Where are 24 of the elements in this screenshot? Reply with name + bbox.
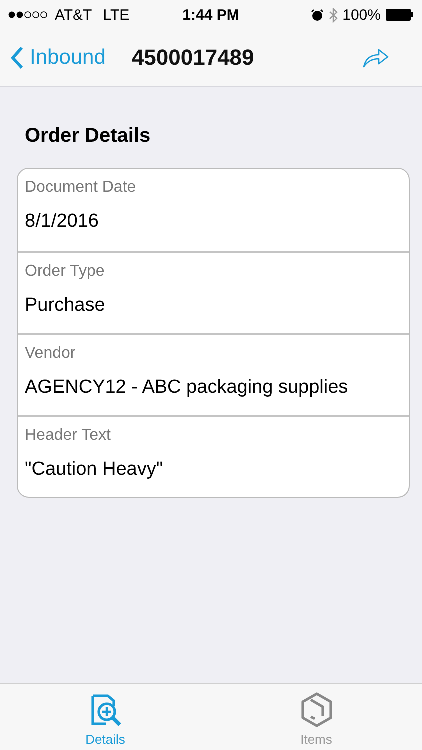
carrier-name: AT&T [55, 6, 92, 24]
field-label: Vendor [25, 345, 77, 363]
field-value: 8/1/2016 [25, 211, 100, 233]
field-label: Order Type [25, 263, 106, 281]
tab[interactable]: Details [0, 684, 211, 750]
chevron-left-icon [10, 46, 24, 70]
field-value: Purchase [25, 295, 106, 317]
alarm-icon [310, 8, 324, 22]
network-type: LTE [103, 6, 130, 24]
tab[interactable]: Items [211, 684, 422, 750]
cube-icon [298, 692, 334, 728]
status-time: 1:44 PM [182, 6, 240, 24]
bluetooth-icon [328, 8, 338, 22]
section-title: Order Details [25, 125, 152, 148]
field-value: AGENCY12 - ABC packaging supplies [25, 377, 350, 399]
field-label: Header Text [25, 427, 112, 445]
field-label: Document Date [25, 179, 138, 197]
back-button[interactable]: Inbound [10, 46, 106, 70]
forward-arrow-icon[interactable] [362, 47, 390, 69]
signal-icon [8, 11, 50, 19]
battery-percent: 100% [342, 6, 381, 24]
field-value: "Caution Heavy" [25, 459, 164, 481]
battery-icon [386, 9, 414, 21]
nav-title: 4500017489 [132, 45, 254, 71]
